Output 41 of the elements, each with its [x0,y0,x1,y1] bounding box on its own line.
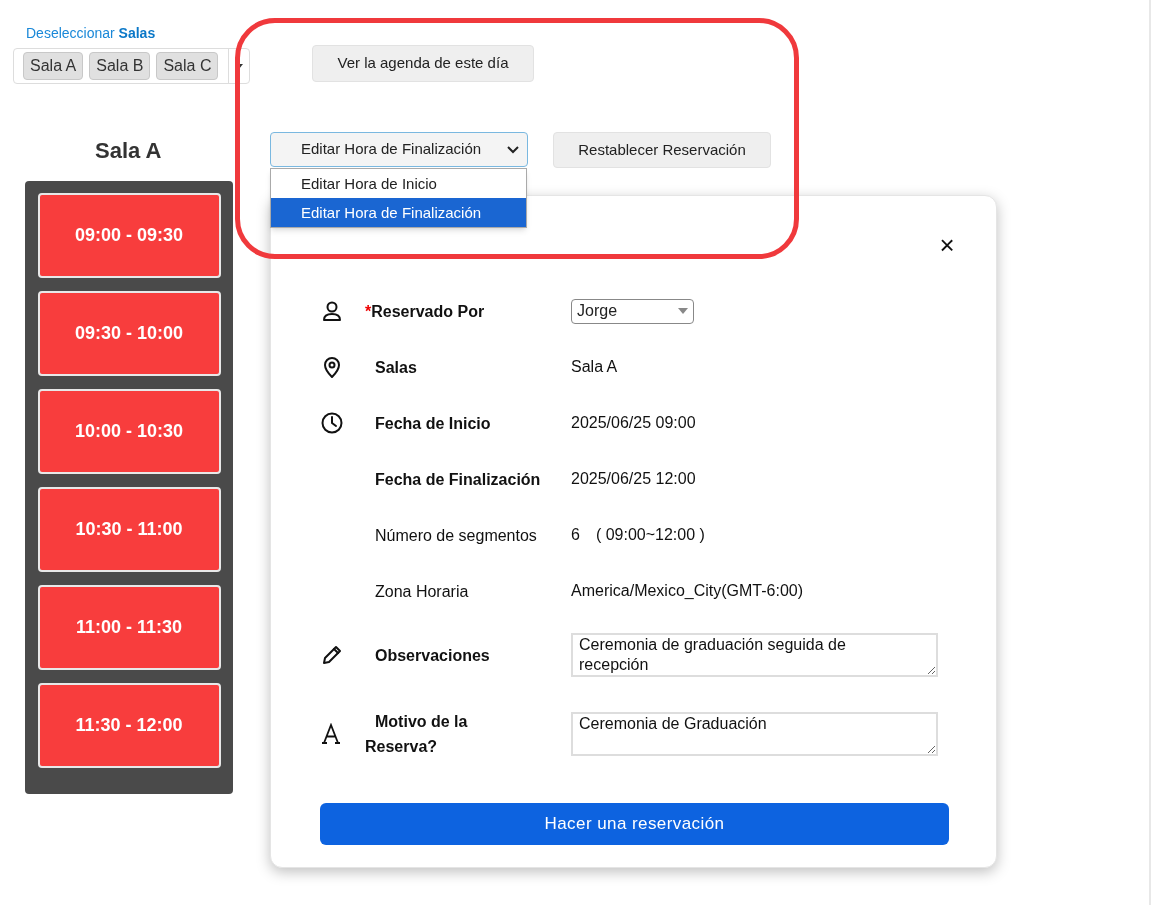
dropdown-option[interactable]: Editar Hora de Finalización [271,198,526,227]
field-value: ( 09:00~12:00 ) [595,525,705,545]
clock-icon [320,411,344,435]
agenda-button[interactable]: Ver la agenda de este día [312,45,534,82]
text-area[interactable]: Ceremonia de Graduación [571,712,938,756]
field-label: Número de segmentos [374,525,537,546]
field-label: Zona Horaria [374,581,469,602]
caret-icon [678,308,688,314]
field-label: Salas [374,357,417,378]
field-label: Fecha de Finalización [374,469,541,490]
room-tag[interactable]: Sala B [89,52,151,80]
time-slot[interactable]: 11:30 - 12:00 [37,683,221,768]
letter-icon [320,723,342,745]
room-title: Sala A [95,137,163,165]
time-slot[interactable]: 11:00 - 11:30 [37,585,221,670]
room-tag[interactable]: Sala C [156,52,219,80]
field-value: America/Mexico_City(GMT-6:00) [571,581,804,601]
deselect-link[interactable]: Deseleccionar Salas [26,25,156,41]
field-value: 6 [571,525,580,545]
chevron-down-icon [507,145,519,154]
field-value: Sala A [571,357,618,377]
person-select[interactable]: Jorge [571,298,694,324]
close-button[interactable]: × [936,234,958,256]
person-icon [320,299,344,323]
field-value: 2025/06/25 09:00 [571,413,696,433]
time-slot[interactable]: 10:30 - 11:00 [37,487,221,572]
reset-button[interactable]: Restablecer Reservación [553,132,771,168]
field-label: Fecha de Inicio [374,413,491,434]
pencil-icon [320,643,344,667]
field-label: Observaciones [374,645,490,666]
time-slot[interactable]: 09:30 - 10:00 [37,291,221,376]
field-label: *Reservado Por [365,301,485,322]
field-value: 2025/06/25 12:00 [571,469,696,489]
field-label: Motivo de la Reserva? [365,712,469,757]
time-slot[interactable]: 09:00 - 09:30 [37,193,221,278]
submit-button[interactable]: Hacer una reservación [320,803,949,845]
text-area[interactable]: Ceremonia de graduación seguida de recepción [571,633,938,677]
dropdown-option[interactable]: Editar Hora de Inicio [271,169,526,198]
room-tag[interactable]: Sala A [23,52,84,80]
time-slot[interactable]: 10:00 - 10:30 [37,389,221,474]
edit-mode-select[interactable]: Editar Hora de Finalización [270,132,528,167]
